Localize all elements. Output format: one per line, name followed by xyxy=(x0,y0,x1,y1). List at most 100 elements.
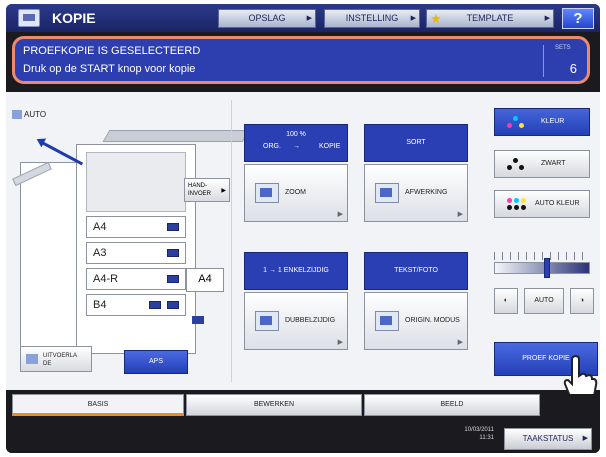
title-bar: KOPIE OPSLAG ▶ INSTELLING ▶ ★ TEMPLATE ▶… xyxy=(6,4,600,32)
bypass-size: A4 xyxy=(198,273,212,285)
tray-icon xyxy=(167,275,179,283)
sets-label: SETS xyxy=(555,45,571,51)
density-scale xyxy=(494,252,590,260)
bypass-tray-button[interactable]: A4 xyxy=(186,268,224,292)
auto-color-icon xyxy=(507,198,527,212)
dubbelzijdig-status: 1 → 1 ENKELZIJDIG xyxy=(244,252,348,290)
lighter-icon: ◐ xyxy=(503,297,509,304)
origin-modus-mode: TEKST/FOTO xyxy=(394,267,438,274)
instelling-button[interactable]: INSTELLING ▶ xyxy=(324,9,420,28)
template-label: TEMPLATE xyxy=(466,13,514,23)
date: 10/03/2011 xyxy=(464,427,494,433)
tab-basis-label: BASIS xyxy=(87,401,109,408)
density-indicator xyxy=(543,258,550,278)
output-tray-icon xyxy=(26,354,38,364)
tray-2-size: A3 xyxy=(93,247,107,259)
tray-3-button[interactable]: A4-R xyxy=(86,268,186,290)
original-mode-icon xyxy=(375,311,399,331)
tab-bewerken-label: BEWERKEN xyxy=(253,401,295,408)
tray-icon xyxy=(167,249,179,257)
hand-invoer-label: HAND- INVOER xyxy=(188,183,212,197)
triangle-right-icon: ▶ xyxy=(457,211,463,218)
tray-4-size: B4 xyxy=(93,299,107,311)
origin-modus-label: ORIGIN. MODUS xyxy=(405,317,460,324)
arrow-right-icon: → xyxy=(293,143,300,150)
afwerking-status: SORT xyxy=(364,124,468,162)
triangle-right-icon: ▶ xyxy=(337,211,343,218)
tab-bewerken[interactable]: BEWERKEN xyxy=(186,394,362,416)
tray-1-button[interactable]: A4 xyxy=(86,216,186,238)
help-button[interactable]: ? xyxy=(562,8,594,29)
triangle-right-icon: ▶ xyxy=(337,339,343,346)
opslag-label: OPSLAG xyxy=(248,13,286,23)
bypass-tray-icon xyxy=(192,316,204,324)
basis-panel: AUTO HAND- INVOER ▶ A4 A3 A4-R B4 A4 UIT… xyxy=(6,92,600,401)
auto-label: AUTO xyxy=(24,110,47,119)
divider xyxy=(231,100,232,382)
dubbelzijdig-button[interactable]: DUBBELZIJDIG ▶ xyxy=(244,292,348,350)
date-time: 10/03/2011 11:31 xyxy=(446,426,494,442)
sets-count: 6 xyxy=(569,61,577,76)
duplex-icon xyxy=(255,311,279,331)
scanner-illustration xyxy=(102,130,250,142)
taakstatus-button[interactable]: TAAKSTATUS ▶ xyxy=(504,428,592,450)
origin-modus-status: TEKST/FOTO xyxy=(364,252,468,290)
triangle-right-icon: ▶ xyxy=(221,188,226,194)
auto-original-icon xyxy=(12,110,22,119)
status-bar: 10/03/2011 11:31 TAAKSTATUS ▶ xyxy=(6,420,600,453)
uitvoerlade-label: UITVOERLA DE xyxy=(43,353,78,367)
zoom-org-label: ORG. xyxy=(263,143,281,150)
triangle-right-icon: ▶ xyxy=(582,435,588,442)
density-lighter-button[interactable]: ◐ xyxy=(494,288,518,314)
taakstatus-label: TAAKSTATUS xyxy=(522,434,574,443)
triangle-right-icon: ▶ xyxy=(544,15,550,22)
time: 11:31 xyxy=(479,435,494,441)
zoom-kopie-label: KOPIE xyxy=(319,143,341,150)
dubbelzijdig-mode: 1 → 1 ENKELZIJDIG xyxy=(263,267,329,274)
triangle-right-icon: ▶ xyxy=(457,339,463,346)
darker-icon: ◑ xyxy=(579,297,585,304)
opslag-button[interactable]: OPSLAG ▶ xyxy=(218,9,316,28)
app-title: KOPIE xyxy=(52,10,96,26)
tab-basis[interactable]: BASIS xyxy=(12,394,184,416)
afwerking-button[interactable]: AFWERKING ▶ xyxy=(364,164,468,222)
zoom-icon xyxy=(255,183,279,203)
aps-button[interactable]: APS xyxy=(124,350,188,374)
tab-beeld-label: BEELD xyxy=(440,401,464,408)
tab-beeld[interactable]: BEELD xyxy=(364,394,540,416)
zoom-label: ZOOM xyxy=(285,189,306,196)
zwart-button[interactable]: ZWART xyxy=(494,150,590,178)
tray-2-button[interactable]: A3 xyxy=(86,242,186,264)
triangle-right-icon: ▶ xyxy=(306,15,312,22)
copier-output-illustration xyxy=(86,152,186,212)
kleur-label: KLEUR xyxy=(541,118,565,125)
zoom-status: 100 % ORG. → KOPIE xyxy=(244,124,348,162)
density-auto-button[interactable]: AUTO xyxy=(524,288,564,314)
template-button[interactable]: ★ TEMPLATE ▶ xyxy=(426,9,554,28)
divider xyxy=(543,45,544,77)
message-line-1: PROEFKOPIE IS GESELECTEERD xyxy=(23,45,201,57)
tray-icon xyxy=(149,301,161,309)
tray-3-size: A4-R xyxy=(93,273,119,285)
black-icon xyxy=(507,158,527,172)
tray-4-button[interactable]: B4 xyxy=(86,294,186,316)
hand-invoer-button[interactable]: HAND- INVOER ▶ xyxy=(184,178,230,202)
message-line-2: Druk op de START knop voor kopie xyxy=(23,63,196,75)
afwerking-mode: SORT xyxy=(406,139,426,146)
origin-modus-button[interactable]: ORIGIN. MODUS ▶ xyxy=(364,292,468,350)
tab-bar: BASIS BEWERKEN BEELD xyxy=(6,394,600,418)
density-slider[interactable] xyxy=(494,262,590,274)
auto-kleur-button[interactable]: AUTO KLEUR xyxy=(494,190,590,218)
full-color-icon xyxy=(507,116,527,130)
zoom-percentage: 100 % xyxy=(286,131,306,138)
zoom-button[interactable]: ZOOM ▶ xyxy=(244,164,348,222)
density-darker-button[interactable]: ◑ xyxy=(570,288,594,314)
density-auto-label: AUTO xyxy=(534,297,554,304)
kleur-button[interactable]: KLEUR xyxy=(494,108,590,136)
tray-1-size: A4 xyxy=(93,221,107,233)
triangle-right-icon: ▶ xyxy=(410,15,416,22)
tray-icon xyxy=(167,223,179,231)
uitvoerlade-button[interactable]: UITVOERLA DE xyxy=(20,346,92,372)
copier-screen: KOPIE OPSLAG ▶ INSTELLING ▶ ★ TEMPLATE ▶… xyxy=(6,4,600,453)
message-area: PROEFKOPIE IS GESELECTEERD Druk op de ST… xyxy=(12,36,590,84)
